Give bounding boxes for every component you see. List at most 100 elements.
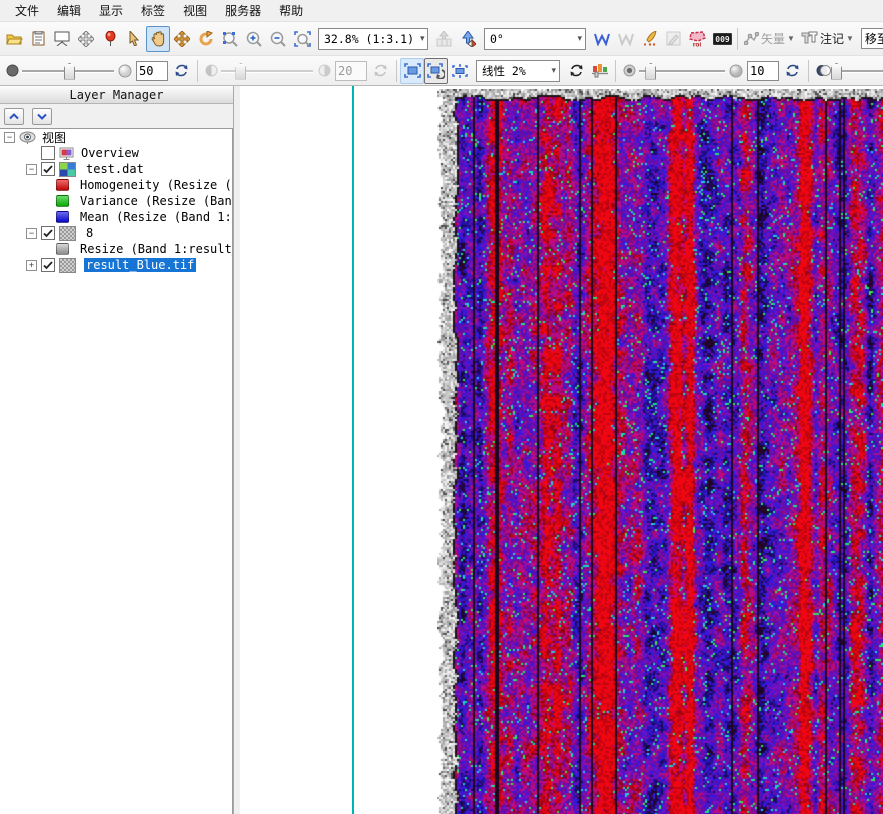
layer-tree-item-0[interactable]: − 视图 [0,129,232,145]
contrast-reset-button[interactable] [368,58,392,84]
menu-item-5[interactable]: 服务器 [216,0,270,21]
layer-label[interactable]: result_Blue.tif [84,258,197,272]
layer-tree-item-1[interactable]: Overview [0,145,232,161]
brightness-reset-button[interactable] [169,58,193,84]
layer-tree-item-8[interactable]: + result_Blue.tif [0,257,232,273]
slider-thumb[interactable] [235,62,247,80]
vector-label: 矢量 [761,32,786,46]
rotation-combo[interactable]: 0° ▾ [484,27,586,50]
select-button[interactable] [122,26,146,52]
roi-tool-button[interactable]: roi [686,26,710,52]
sharpen-slider[interactable] [639,61,725,81]
layer-tree-item-6[interactable]: −8 [0,225,232,241]
zoom-box-button[interactable] [290,26,314,52]
contrast-slider[interactable] [221,61,313,81]
chalkboard-button[interactable] [50,26,74,52]
snap-to-grid-button[interactable] [432,26,456,52]
collapse-icon[interactable]: − [26,163,37,175]
sharpen-reset-button[interactable] [780,58,804,84]
layer-label[interactable]: Variance (Resize (Band 1: [78,194,232,208]
collapse-icon[interactable]: − [26,227,37,239]
feather-pen-icon [644,31,657,46]
zoom-in-icon [246,31,262,47]
menu-item-2[interactable]: 显示 [90,0,132,21]
check-icon [43,260,53,269]
move-cross-icon [78,30,94,47]
layer-visibility-checkbox[interactable] [41,162,55,176]
rotate-icon [199,30,213,45]
overview-button[interactable] [74,26,98,52]
edit-roi-button[interactable] [662,26,686,52]
layer-label[interactable]: Overview [79,146,141,160]
refresh-icon [786,64,798,77]
menu-item-6[interactable]: 帮助 [270,0,312,21]
raster-image[interactable] [437,89,883,814]
layer-visibility-checkbox[interactable] [41,226,55,240]
layer-label[interactable]: 视图 [40,129,68,146]
brightness-input[interactable] [136,60,168,81]
layer-label[interactable]: Mean (Resize (Band 1:resu [78,210,232,224]
roi-polygon-icon: roi [689,31,706,47]
vector-dropdown[interactable]: 矢量 ▼ [741,30,798,47]
pencil-box-icon [666,31,681,46]
goto-input[interactable] [860,28,883,49]
collapse-icon[interactable]: − [4,131,15,143]
spatial-profile-button[interactable] [614,26,638,52]
layer-visibility-checkbox[interactable] [41,258,55,272]
data-manager-button[interactable] [26,26,50,52]
brightness-slider[interactable] [22,61,114,81]
layer-label[interactable]: Homogeneity (Resize (Band [78,178,232,192]
menu-item-1[interactable]: 编辑 [48,0,90,21]
layer-label[interactable]: test.dat [84,162,146,176]
stretch-full-extent-button[interactable] [400,57,424,84]
menu-item-0[interactable]: 文件 [6,0,48,21]
menu-item-4[interactable]: 视图 [174,0,216,21]
chevron-down-icon: ▼ [845,34,854,43]
stretch-band-button[interactable] [448,58,472,84]
layer-tree-item-2[interactable]: − test.dat [0,161,232,177]
custom-stretch-button[interactable] [588,58,612,84]
contrast-high-icon [313,58,335,84]
layer-tree-item-7[interactable]: Resize (Band 1:result_Blu [0,241,232,257]
toolbar-separator [197,59,198,82]
open-file-button[interactable] [2,26,26,52]
refresh-icon [374,64,386,77]
zoom-out-button[interactable] [266,26,290,52]
zoom-level-combo[interactable]: 32.8% (1:3.1) ▾ [318,27,428,50]
slider-thumb[interactable] [645,62,657,80]
toolbar-separator [808,59,809,82]
layer-label[interactable]: Resize (Band 1:result_Blu [78,242,232,256]
spectral-profile-button[interactable] [590,26,614,52]
menu-item-3[interactable]: 标签 [132,0,174,21]
slider-thumb[interactable] [64,62,75,80]
move-layer-down-button[interactable] [32,108,52,125]
fly-button[interactable] [170,26,194,52]
layer-label[interactable]: 8 [84,226,95,240]
transparency-slider[interactable] [831,61,883,81]
arbitrary-profile-button[interactable] [638,26,662,52]
image-view[interactable] [240,86,883,814]
rotate-view-button[interactable] [194,26,218,52]
layer-visibility-checkbox[interactable] [41,146,55,160]
stretch-reset-button[interactable] [564,58,588,84]
sharpen-high-icon [725,58,747,84]
stretch-type-combo[interactable]: 线性 2% ▾ [476,59,560,82]
expand-icon[interactable]: + [26,259,37,271]
layer-tree-item-3[interactable]: Homogeneity (Resize (Band [0,177,232,193]
annotation-dropdown[interactable]: 注记 ▼ [798,30,857,47]
stretch-view-extent-button[interactable] [424,57,448,84]
layer-tree-item-4[interactable]: Variance (Resize (Band 1: [0,193,232,209]
sharpen-input[interactable] [747,60,779,81]
blue-wave-icon [594,33,610,46]
zoom-in-button[interactable] [242,26,266,52]
placemark-button[interactable] [98,26,122,52]
move-layer-up-button[interactable] [4,108,24,125]
gray-thumb-icon [59,225,80,241]
layer-tree-item-5[interactable]: Mean (Resize (Band 1:resu [0,209,232,225]
north-up-button[interactable] [456,26,480,52]
contrast-input[interactable] [335,60,367,81]
cursor-value-button[interactable]: 009 [710,26,734,52]
chevron-up-icon [9,113,19,120]
zoom-fit-button[interactable] [218,26,242,52]
pan-button[interactable] [146,25,170,52]
